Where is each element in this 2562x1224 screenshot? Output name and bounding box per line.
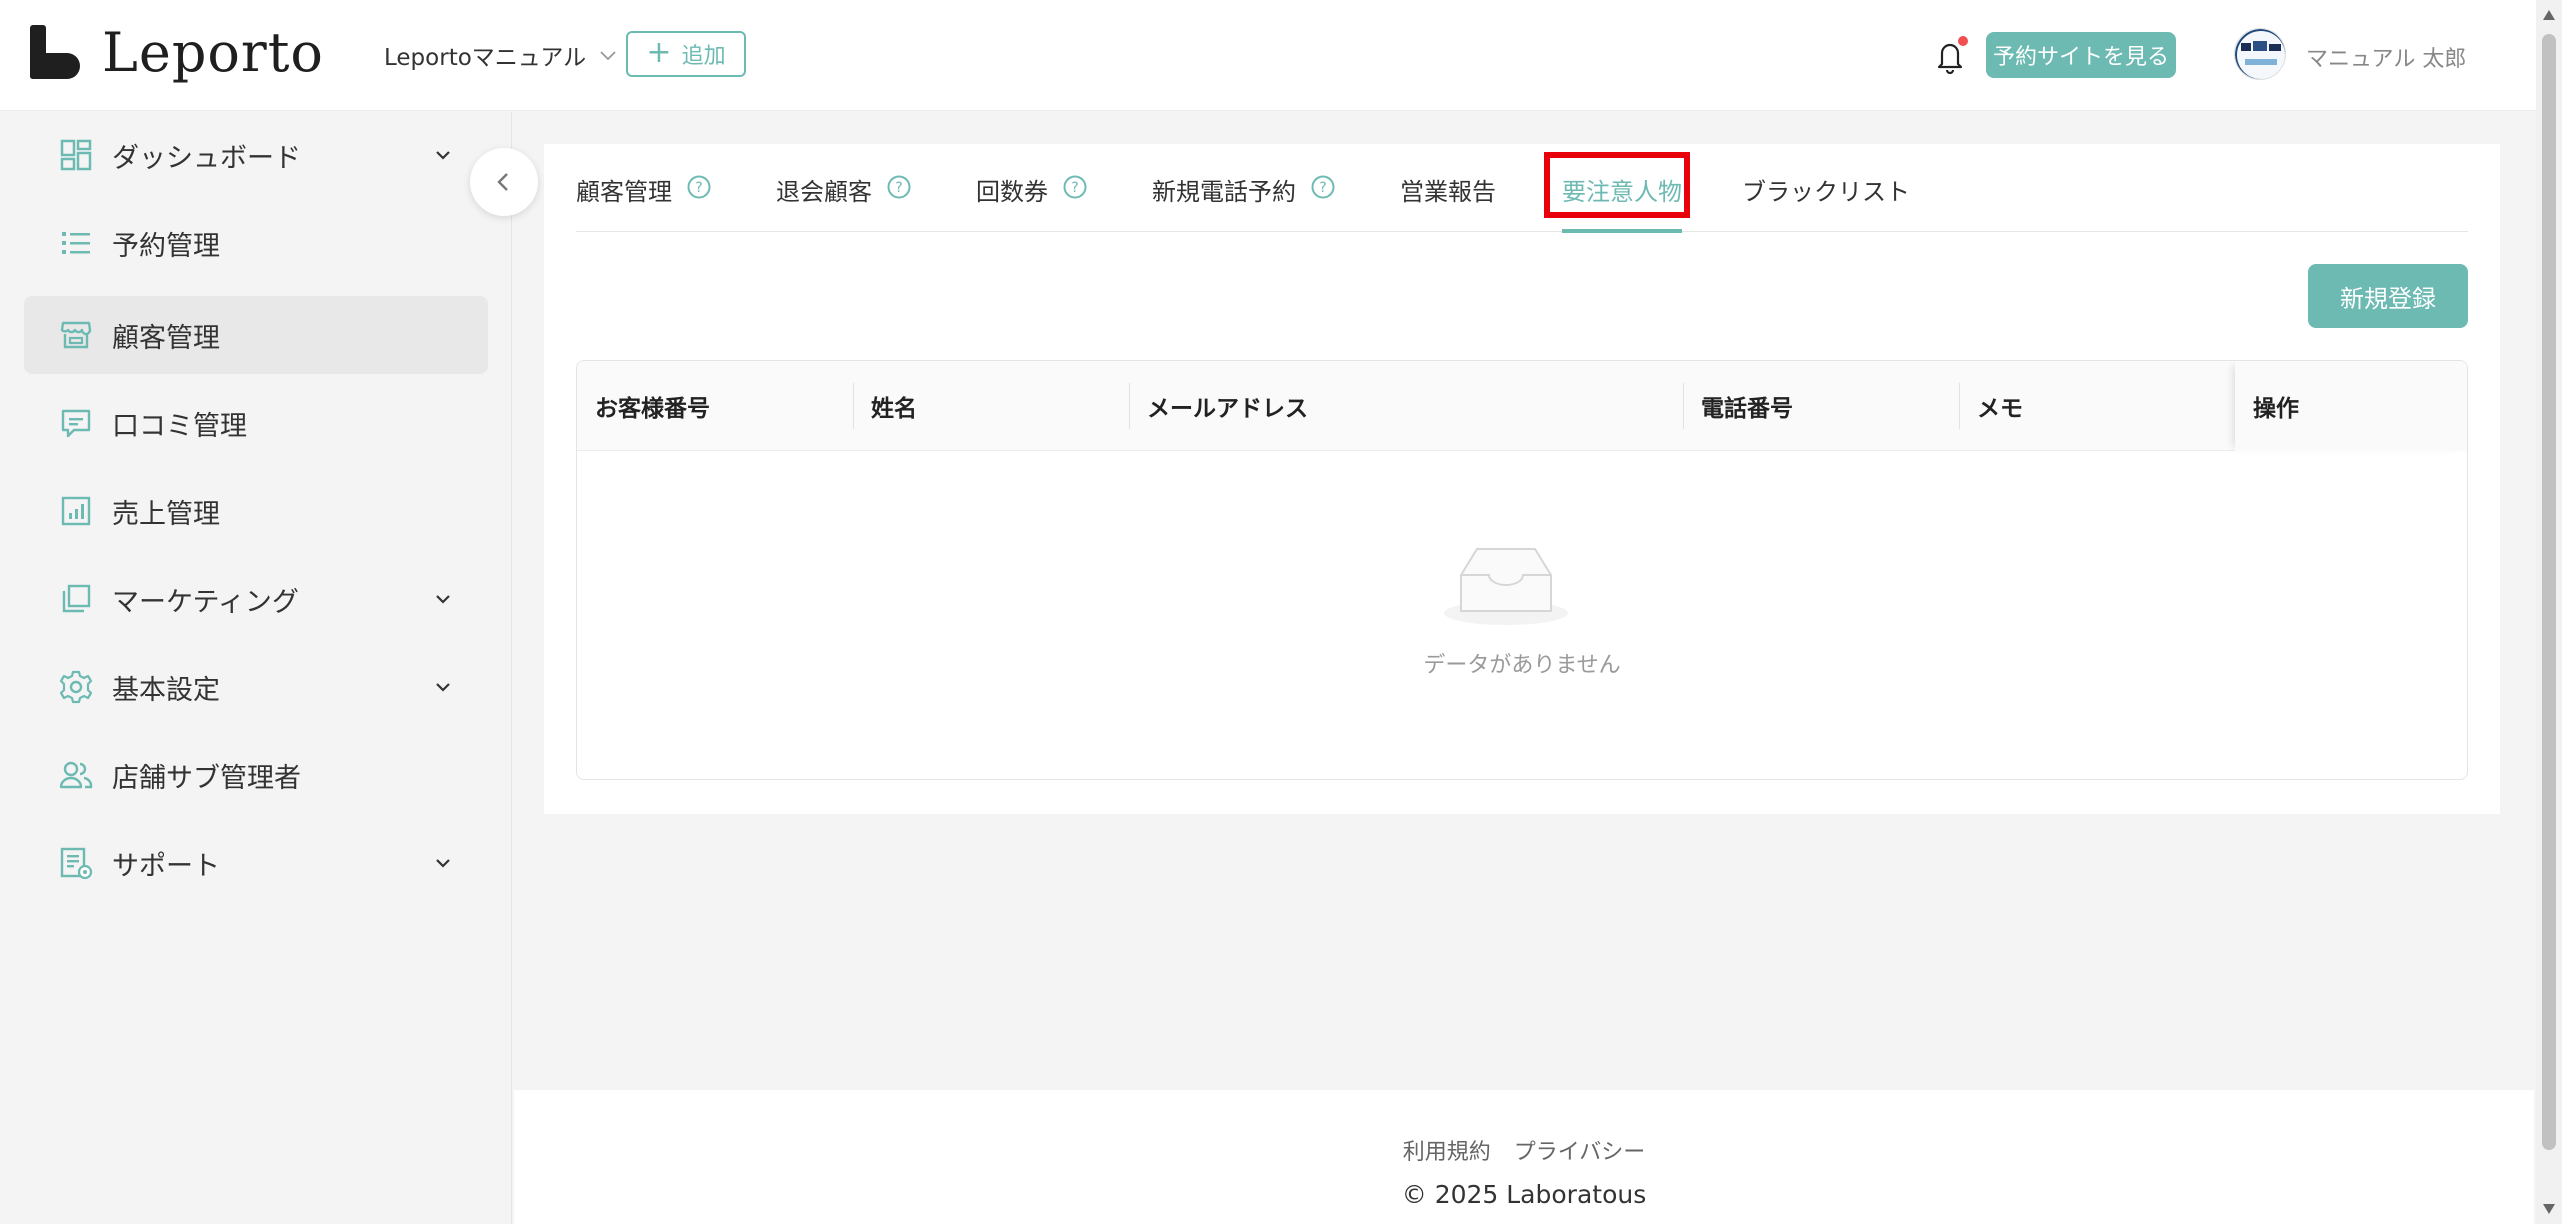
column-header-actions[interactable]: 操作 bbox=[2235, 361, 2467, 451]
sidebar-item-sales[interactable]: 売上管理 bbox=[24, 472, 488, 550]
logo-mark-icon bbox=[30, 25, 82, 79]
column-header-email[interactable]: メールアドレス bbox=[1129, 361, 1683, 451]
sidebar-item-label: ダッシュボード bbox=[112, 142, 301, 174]
privacy-link[interactable]: プライバシー bbox=[1514, 1140, 1646, 1165]
chevron-down-icon bbox=[436, 683, 450, 692]
sidebar-collapse-button[interactable] bbox=[470, 148, 538, 216]
user-name[interactable]: マニュアル 太郎 bbox=[2306, 41, 2466, 73]
logo[interactable]: Leporto bbox=[30, 21, 324, 84]
bar-chart-icon bbox=[58, 493, 94, 529]
empty-state: データがありません bbox=[577, 451, 2467, 779]
footer: 利用規約 プライバシー © 2025 Laboratous bbox=[514, 1090, 2534, 1224]
column-header-memo[interactable]: メモ bbox=[1959, 361, 2235, 451]
sidebar-item-customers[interactable]: 顧客管理 bbox=[24, 296, 488, 374]
sidebar-item-settings[interactable]: 基本設定 bbox=[24, 648, 488, 726]
copyright-icon: © bbox=[1401, 1180, 1427, 1209]
scroll-thumb[interactable] bbox=[2542, 34, 2556, 1150]
sidebar-item-label: 店舗サブ管理者 bbox=[112, 762, 301, 794]
empty-inbox-icon bbox=[1444, 548, 1568, 625]
tab-label: 要注意人物 bbox=[1562, 178, 1682, 206]
scroll-up-arrow-icon[interactable] bbox=[2543, 10, 2555, 20]
chevron-down-icon bbox=[436, 859, 450, 868]
new-registration-button[interactable]: 新規登録 bbox=[2308, 264, 2468, 328]
store-icon bbox=[58, 317, 94, 353]
chevron-left-icon bbox=[497, 173, 508, 191]
chevron-down-icon bbox=[436, 595, 450, 604]
top-header: Leporto Leportoマニュアル + 追加 予約サイトを見る マニュアル… bbox=[0, 0, 2536, 111]
tab-customer-management[interactable]: 顧客管理 ? bbox=[576, 172, 712, 232]
chevron-down-icon bbox=[600, 51, 616, 61]
scroll-down-arrow-icon[interactable] bbox=[2543, 1204, 2555, 1214]
sidebar-item-label: 口コミ管理 bbox=[112, 410, 247, 442]
users-icon bbox=[58, 757, 94, 793]
empty-state-text: データがありません bbox=[1423, 653, 1621, 678]
terms-link[interactable]: 利用規約 bbox=[1403, 1140, 1491, 1165]
shop-name: Leportoマニュアル bbox=[384, 45, 587, 71]
caution-persons-table: お客様番号 姓名 メールアドレス 電話番号 メモ 操作 データがありません bbox=[576, 360, 2468, 780]
sidebar-item-label: サポート bbox=[112, 850, 220, 882]
sidebar-item-reviews[interactable]: 口コミ管理 bbox=[24, 384, 488, 462]
sidebar-item-sub-admins[interactable]: 店舗サブ管理者 bbox=[24, 736, 488, 814]
tab-new-phone-reservation[interactable]: 新規電話予約 ? bbox=[1152, 172, 1336, 232]
column-header-customer-number[interactable]: お客様番号 bbox=[577, 361, 853, 451]
layers-icon bbox=[58, 581, 94, 617]
svg-text:?: ? bbox=[1319, 180, 1326, 196]
tab-label: ブラックリスト bbox=[1742, 178, 1910, 206]
tab-label: 営業報告 bbox=[1400, 178, 1496, 206]
list-icon bbox=[58, 225, 94, 261]
content-card: 顧客管理 ? 退会顧客 ? 回数券 ? 新規電話予約 ? 営業報告 要注意人物 … bbox=[544, 144, 2500, 814]
tab-coupon-tickets[interactable]: 回数券 ? bbox=[976, 172, 1088, 232]
shop-selector[interactable]: Leportoマニュアル bbox=[384, 38, 618, 72]
question-circle-icon[interactable]: ? bbox=[686, 174, 712, 200]
page-scrollbar[interactable] bbox=[2536, 0, 2562, 1224]
sidebar-item-label: 基本設定 bbox=[112, 674, 220, 706]
tab-label: 顧客管理 bbox=[576, 178, 672, 206]
logo-text: Leporto bbox=[102, 20, 324, 84]
svg-text:?: ? bbox=[695, 180, 702, 196]
view-booking-site-button[interactable]: 予約サイトを見る bbox=[1986, 32, 2176, 78]
dashboard-icon bbox=[58, 137, 94, 173]
avatar-image bbox=[2235, 29, 2285, 79]
tab-withdrawn-customers[interactable]: 退会顧客 ? bbox=[776, 172, 912, 232]
sidebar-item-marketing[interactable]: マーケティング bbox=[24, 560, 488, 638]
comment-icon bbox=[58, 405, 94, 441]
sidebar-item-support[interactable]: サポート bbox=[24, 824, 488, 902]
question-circle-icon[interactable]: ? bbox=[886, 174, 912, 200]
tab-business-report[interactable]: 営業報告 bbox=[1400, 172, 1496, 232]
tab-bar: 顧客管理 ? 退会顧客 ? 回数券 ? 新規電話予約 ? 営業報告 要注意人物 … bbox=[576, 144, 2468, 233]
copyright: © 2025 Laboratous bbox=[514, 1180, 2534, 1209]
gear-icon bbox=[58, 669, 94, 705]
plus-icon: + bbox=[646, 34, 672, 70]
tab-label: 回数券 bbox=[976, 178, 1048, 206]
column-header-name[interactable]: 姓名 bbox=[853, 361, 1129, 451]
footer-links: 利用規約 プライバシー bbox=[514, 1134, 2534, 1166]
copyright-text: 2025 Laboratous bbox=[1434, 1180, 1647, 1209]
document-icon bbox=[58, 845, 94, 881]
chevron-down-icon bbox=[436, 151, 450, 160]
add-button-label: 追加 bbox=[681, 44, 726, 69]
question-circle-icon[interactable]: ? bbox=[1062, 174, 1088, 200]
tab-label: 退会顧客 bbox=[776, 178, 872, 206]
sidebar-item-label: 売上管理 bbox=[112, 498, 220, 530]
tab-blacklist[interactable]: ブラックリスト bbox=[1742, 172, 1910, 232]
svg-text:?: ? bbox=[1071, 180, 1078, 196]
tab-caution-persons[interactable]: 要注意人物 bbox=[1562, 172, 1682, 233]
avatar[interactable] bbox=[2234, 28, 2286, 80]
table-header: お客様番号 姓名 メールアドレス 電話番号 メモ 操作 bbox=[577, 361, 2467, 451]
svg-text:?: ? bbox=[895, 180, 902, 196]
tab-label: 新規電話予約 bbox=[1152, 178, 1296, 206]
sidebar-item-label: 予約管理 bbox=[112, 230, 220, 262]
sidebar-item-label: 顧客管理 bbox=[112, 322, 220, 354]
notification-dot bbox=[1958, 36, 1968, 46]
notification-bell-icon[interactable] bbox=[1934, 36, 1968, 75]
question-circle-icon[interactable]: ? bbox=[1310, 174, 1336, 200]
add-button[interactable]: + 追加 bbox=[626, 31, 746, 77]
sidebar: ダッシュボード 予約管理 顧客管理 口コミ管理 売上管理 マーケティング 基本設… bbox=[0, 112, 512, 1224]
sidebar-item-dashboard[interactable]: ダッシュボード bbox=[24, 116, 488, 194]
sidebar-item-label: マーケティング bbox=[112, 586, 299, 618]
sidebar-item-reservations[interactable]: 予約管理 bbox=[24, 204, 488, 282]
column-header-phone[interactable]: 電話番号 bbox=[1683, 361, 1959, 451]
